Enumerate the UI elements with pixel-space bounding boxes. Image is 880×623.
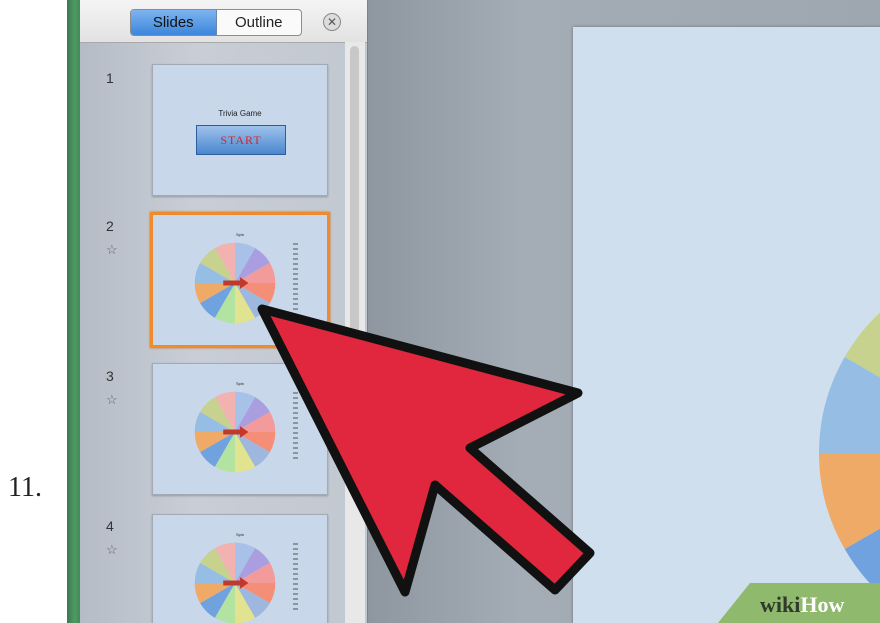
current-slide-canvas[interactable] (573, 27, 880, 623)
pane-header: Slides Outline ✕ (80, 0, 367, 43)
transition-star-icon: ☆ (106, 392, 118, 407)
slides-scrollbar[interactable] (345, 42, 365, 623)
spin-wheel-large (819, 312, 880, 594)
transition-star-icon: ☆ (106, 542, 118, 557)
slide-thumbnail-2[interactable]: Spin (150, 212, 330, 348)
slide-editor (367, 0, 880, 623)
slide-thumbnail-1[interactable]: Trivia Game START (152, 64, 328, 196)
slide-thumbnail-4[interactable]: Spin (152, 514, 328, 623)
slide-number: 1 (106, 70, 114, 86)
start-button: START (196, 125, 286, 155)
slide-title: Spin (235, 232, 244, 237)
step-number: 11. (8, 472, 42, 503)
desktop-edge (67, 0, 80, 623)
transition-star-icon: ☆ (106, 242, 118, 257)
app-window: Slides Outline ✕ 1 Trivia Game START 2 ☆… (67, 0, 880, 623)
scrollbar-thumb[interactable] (350, 46, 359, 496)
slide-title: Trivia Game (218, 109, 262, 118)
slide-title: Spin (235, 381, 244, 386)
spin-wheel (194, 391, 276, 473)
watermark-logo: wikiHow (760, 592, 845, 617)
view-toggle: Slides Outline (130, 9, 302, 36)
slide-number: 2 (106, 218, 114, 234)
spin-wheel (194, 542, 276, 623)
answer-list (293, 243, 301, 328)
slide-title: Spin (235, 532, 244, 537)
slides-pane: Slides Outline ✕ 1 Trivia Game START 2 ☆… (80, 0, 367, 623)
answer-list (293, 392, 301, 477)
slide-thumbnail-3[interactable]: Spin (152, 363, 328, 495)
tab-slides[interactable]: Slides (131, 10, 217, 35)
slide-number: 4 (106, 518, 114, 534)
tab-outline[interactable]: Outline (217, 10, 302, 35)
slide-number: 3 (106, 368, 114, 384)
spin-wheel (194, 242, 276, 324)
close-icon[interactable]: ✕ (323, 13, 341, 31)
answer-list (293, 543, 301, 623)
